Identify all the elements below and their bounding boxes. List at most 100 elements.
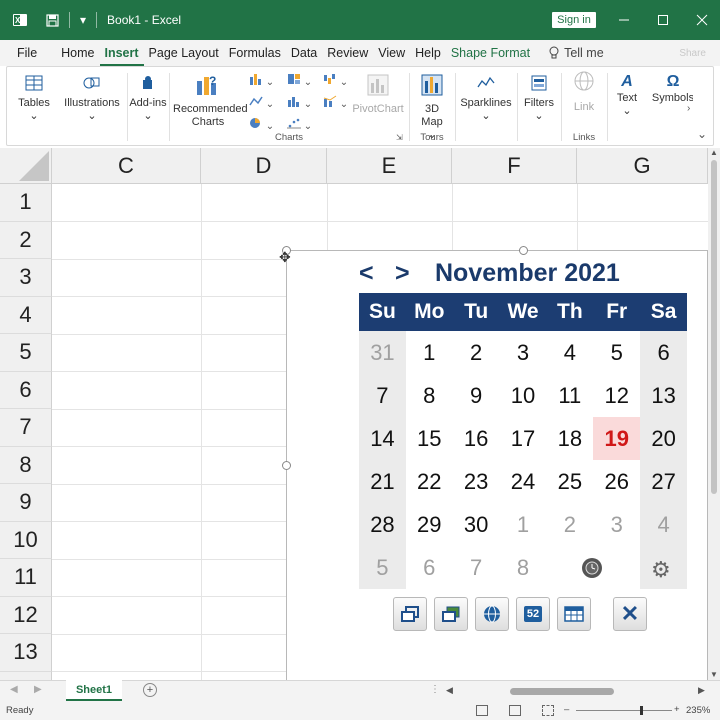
tables-button[interactable]: Tables ⌄: [11, 75, 57, 123]
calendar-day[interactable]: 1: [406, 331, 453, 374]
calendar-day[interactable]: 3: [593, 503, 640, 546]
worksheet-grid[interactable]: C D E F G 1 2 3 4 5 6 7 8 9 10 11 12 13 …: [0, 148, 708, 680]
calendar-day[interactable]: 28: [359, 503, 406, 546]
calendar-day[interactable]: 1: [500, 503, 547, 546]
calendar-day[interactable]: 24: [500, 460, 547, 503]
row-header[interactable]: 5: [0, 334, 52, 372]
column-header-g[interactable]: G: [577, 148, 708, 184]
share-button[interactable]: Share: [679, 48, 706, 59]
combo-chart-icon[interactable]: ⌄: [323, 95, 348, 110]
calendar-day[interactable]: 15: [406, 417, 453, 460]
filters-button[interactable]: Filters ⌄: [519, 75, 559, 123]
calendar-day[interactable]: 14: [359, 417, 406, 460]
resize-handle[interactable]: [282, 461, 291, 470]
globe-icon[interactable]: [475, 597, 509, 631]
calendar-day[interactable]: 23: [453, 460, 500, 503]
normal-view-icon[interactable]: [476, 705, 488, 716]
line-chart-icon[interactable]: ⌄: [249, 95, 274, 110]
close-icon[interactable]: [682, 0, 720, 40]
tab-view[interactable]: View: [373, 40, 410, 66]
row-header[interactable]: 12: [0, 596, 52, 634]
restore-icon[interactable]: [393, 597, 427, 631]
tab-splitter-icon[interactable]: ⋮: [430, 684, 440, 695]
calendar-day[interactable]: 20: [640, 417, 687, 460]
row-header[interactable]: 8: [0, 446, 52, 484]
column-header-c[interactable]: C: [52, 148, 201, 184]
sheet-nav-left-icon[interactable]: ◀: [10, 684, 18, 695]
calendar-day[interactable]: 5: [593, 331, 640, 374]
resize-handle[interactable]: [519, 246, 528, 255]
vertical-scroll-thumb[interactable]: [711, 160, 717, 494]
calendar-day[interactable]: 4: [546, 331, 593, 374]
column-header-d[interactable]: D: [201, 148, 327, 184]
zoom-slider-knob[interactable]: [640, 706, 643, 715]
maximize-icon[interactable]: [643, 0, 683, 40]
calendar-day[interactable]: 26: [593, 460, 640, 503]
sparklines-button[interactable]: Sparklines ⌄: [457, 75, 515, 123]
zoom-out-icon[interactable]: –: [564, 704, 569, 715]
select-all-button[interactable]: [0, 148, 52, 184]
statistic-chart-icon[interactable]: ⌄: [287, 95, 312, 110]
row-header[interactable]: 10: [0, 521, 52, 559]
row-header[interactable]: 11: [0, 559, 52, 597]
calendar-day[interactable]: 13: [640, 374, 687, 417]
calendar-day[interactable]: 25: [546, 460, 593, 503]
calendar-day[interactable]: 4: [640, 503, 687, 546]
calendar-day[interactable]: 3: [500, 331, 547, 374]
waterfall-chart-icon[interactable]: ⌄: [323, 73, 348, 88]
calendar-day[interactable]: 27: [640, 460, 687, 503]
scatter-chart-icon[interactable]: ⌄: [287, 117, 312, 132]
calendar-day[interactable]: 10: [500, 374, 547, 417]
calendar-day[interactable]: 16: [453, 417, 500, 460]
horizontal-scroll-thumb[interactable]: [510, 688, 614, 695]
next-month-button[interactable]: >: [395, 259, 431, 288]
illustrations-button[interactable]: Illustrations ⌄: [61, 75, 123, 123]
scroll-down-icon[interactable]: ▼: [710, 670, 718, 679]
tab-page-layout[interactable]: Page Layout: [144, 40, 224, 66]
recommended-charts-button[interactable]: ? Recommended Charts: [173, 73, 248, 129]
minimize-icon[interactable]: [604, 0, 644, 40]
calendar-day[interactable]: 12: [593, 374, 640, 417]
row-header[interactable]: 6: [0, 371, 52, 409]
tab-review[interactable]: Review: [322, 40, 373, 66]
calendar-day[interactable]: 7: [359, 374, 406, 417]
calendar-day[interactable]: 29: [406, 503, 453, 546]
month-year-label[interactable]: November 2021: [435, 259, 620, 288]
row-header[interactable]: 13: [0, 634, 52, 672]
row-header[interactable]: 3: [0, 259, 52, 297]
calendar-day[interactable]: 2: [546, 503, 593, 546]
tab-home[interactable]: Home: [56, 40, 99, 66]
zoom-level[interactable]: 235%: [686, 705, 710, 716]
pie-chart-icon[interactable]: ⌄: [249, 117, 274, 132]
tab-shape-format[interactable]: Shape Format: [446, 40, 535, 66]
addins-button[interactable]: Add-ins ⌄: [129, 75, 167, 123]
calendar-day[interactable]: 8: [406, 374, 453, 417]
row-header[interactable]: 14: [0, 671, 52, 680]
charts-dialog-launcher-icon[interactable]: ⇲: [396, 133, 403, 142]
calendar-day[interactable]: 17: [500, 417, 547, 460]
row-header[interactable]: 9: [0, 484, 52, 522]
link-button[interactable]: Link: [563, 71, 605, 114]
symbols-button[interactable]: Ω Symbols: [649, 74, 693, 105]
zoom-in-icon[interactable]: +: [674, 704, 680, 715]
calendar-day[interactable]: 2: [453, 331, 500, 374]
scroll-up-icon[interactable]: ▲: [710, 148, 718, 157]
tab-formulas[interactable]: Formulas: [224, 40, 286, 66]
hierarchy-chart-icon[interactable]: ⌄: [287, 73, 312, 88]
tab-file[interactable]: File: [12, 40, 42, 66]
pivotchart-button[interactable]: PivotChart: [351, 73, 405, 116]
ribbon-scroll-right-icon[interactable]: ›: [687, 103, 690, 114]
cascade-icon[interactable]: [434, 597, 468, 631]
row-header[interactable]: 7: [0, 409, 52, 447]
tab-help[interactable]: Help: [410, 40, 446, 66]
tell-me-box[interactable]: Tell me: [549, 46, 604, 60]
calendar-icon[interactable]: [557, 597, 591, 631]
calendar-day[interactable]: 18: [546, 417, 593, 460]
sign-in-button[interactable]: Sign in: [552, 12, 596, 28]
row-header[interactable]: 1: [0, 184, 52, 222]
quick-access-dropdown-icon[interactable]: ▾: [74, 0, 92, 40]
calendar-day[interactable]: 30: [453, 503, 500, 546]
add-sheet-icon[interactable]: +: [143, 683, 157, 697]
calendar-day[interactable]: 7: [453, 546, 500, 589]
calendar-day[interactable]: 9: [453, 374, 500, 417]
